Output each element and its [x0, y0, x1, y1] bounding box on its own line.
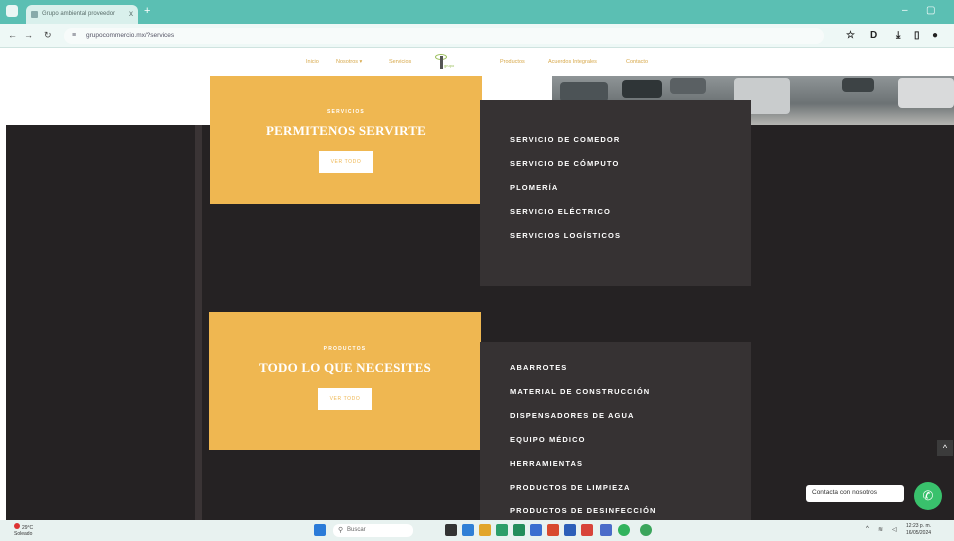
powerpoint-icon[interactable]	[547, 524, 559, 536]
search-icon: ⚲	[338, 527, 344, 534]
app-icon[interactable]	[462, 524, 474, 536]
weather-icon	[14, 523, 20, 529]
section-divider	[195, 125, 202, 520]
whatsapp-taskbar-icon[interactable]	[618, 524, 630, 536]
excel-icon[interactable]	[513, 524, 525, 536]
logo-text: grupo	[444, 63, 455, 68]
services-list-item[interactable]: PLOMERÍA	[510, 183, 558, 192]
browser-menu-icon[interactable]	[6, 5, 18, 17]
browser-toolbar: ← → ↻ ≡ grupocommercio.mx/?services ☆ D …	[0, 24, 954, 48]
start-icon[interactable]	[314, 524, 326, 536]
word-icon[interactable]	[564, 524, 576, 536]
site-nav: Inicio Nosotros ▾ Servicios grupo Produc…	[0, 48, 954, 76]
os-taskbar: 29°C Soleado ⚲ Buscar ^ ≋ ◁ 12:23 p. m. …	[0, 520, 954, 541]
services-view-all-button[interactable]: VER TODO	[318, 151, 374, 173]
tray-chevron-icon[interactable]: ^	[866, 526, 869, 532]
clock-date: 16/05/2024	[906, 530, 932, 536]
address-bar[interactable]: ≡ grupocommercio.mx/?services	[64, 28, 824, 44]
sidepanel-icon[interactable]: ▯	[914, 30, 920, 41]
nav-link-acuerdos[interactable]: Acuerdos Integrales	[548, 59, 597, 65]
search-placeholder: Buscar	[347, 527, 366, 533]
products-card: PRODUCTOS TODO LO QUE NECESITES VER TODO	[209, 312, 481, 450]
products-list-item[interactable]: PRODUCTOS DE LIMPIEZA	[510, 483, 630, 492]
whatsapp-button[interactable]: ✆	[914, 482, 942, 510]
whatsapp-icon: ✆	[922, 488, 934, 503]
nav-link-servicios[interactable]: Servicios	[389, 59, 411, 65]
services-list-item[interactable]: SERVICIO DE COMEDOR	[510, 135, 620, 144]
system-clock[interactable]: 12:23 p. m. 16/05/2024	[906, 523, 931, 537]
edge-icon[interactable]	[496, 524, 508, 536]
products-list-item[interactable]: EQUIPO MÉDICO	[510, 435, 586, 444]
extension-icon[interactable]: D	[870, 30, 877, 41]
file-explorer-icon[interactable]	[479, 524, 491, 536]
app-icon[interactable]	[581, 524, 593, 536]
nav-link-contacto[interactable]: Contacto	[626, 59, 648, 65]
task-view-icon[interactable]	[445, 524, 457, 536]
services-headline: PERMITENOS SERVIRTE	[265, 123, 426, 138]
new-tab-button[interactable]: +	[144, 5, 150, 17]
taskbar-search[interactable]: ⚲ Buscar	[333, 524, 413, 537]
site-logo[interactable]: grupo	[434, 52, 460, 72]
services-list-item[interactable]: SERVICIO ELÉCTRICO	[510, 207, 611, 216]
back-icon[interactable]: ←	[8, 30, 17, 40]
products-list-item[interactable]: HERRAMIENTAS	[510, 459, 583, 468]
url-text: grupocommercio.mx/?services	[86, 32, 175, 39]
chat-prompt-bubble[interactable]: Contacta con nosotros	[806, 485, 904, 502]
browser-tabbar: Grupo ambiental proveedor x + – ▢	[0, 0, 954, 24]
services-card: SERVICIOS PERMITENOS SERVIRTE VER TODO	[210, 76, 482, 204]
browser-tab[interactable]: Grupo ambiental proveedor x	[26, 5, 138, 24]
forward-icon[interactable]: →	[24, 30, 33, 40]
logo-stem	[440, 56, 443, 69]
bookmark-star-icon[interactable]: ☆	[846, 30, 855, 41]
profile-icon[interactable]: ●	[932, 30, 938, 41]
tab-title: Grupo ambiental proveedor	[42, 11, 116, 17]
reload-icon[interactable]: ↻	[44, 30, 52, 41]
products-view-all-button[interactable]: VER TODO	[317, 388, 373, 410]
minimize-button[interactable]: –	[902, 5, 908, 16]
tab-close-icon[interactable]: x	[129, 9, 133, 18]
products-list-item[interactable]: DISPENSADORES DE AGUA	[510, 411, 635, 420]
app-icon[interactable]	[600, 524, 612, 536]
weather-widget[interactable]: 29°C Soleado	[14, 523, 33, 537]
volume-icon[interactable]: ◁	[892, 526, 897, 533]
services-list-item[interactable]: SERVICIOS LOGÍSTICOS	[510, 231, 621, 240]
maximize-button[interactable]: ▢	[926, 5, 935, 16]
scroll-to-top-button[interactable]: ^	[937, 440, 953, 456]
services-list-item[interactable]: SERVICIO DE CÓMPUTO	[510, 159, 619, 168]
download-icon[interactable]: ⤓	[896, 30, 900, 41]
products-list-item[interactable]: PRODUCTOS DE DESINFECCIÓN	[510, 506, 657, 515]
services-eyebrow: SERVICIOS	[327, 109, 365, 115]
products-headline: TODO LO QUE NECESITES	[259, 360, 431, 375]
nav-link-inicio[interactable]: Inicio	[306, 59, 319, 65]
site-info-icon[interactable]: ≡	[72, 32, 76, 39]
wifi-icon[interactable]: ≋	[878, 526, 883, 533]
products-list-panel: ABARROTES MATERIAL DE CONSTRUCCIÓN DISPE…	[480, 342, 751, 520]
nav-link-nosotros[interactable]: Nosotros ▾	[336, 59, 362, 65]
services-list-panel: SERVICIO DE COMEDOR SERVICIO DE CÓMPUTO …	[480, 100, 751, 286]
outlook-icon[interactable]	[530, 524, 542, 536]
products-list-item[interactable]: MATERIAL DE CONSTRUCCIÓN	[510, 387, 650, 396]
weather-desc: Soleado	[14, 531, 33, 537]
favicon-icon	[31, 11, 38, 18]
chrome-icon[interactable]	[640, 524, 652, 536]
nav-link-productos[interactable]: Productos	[500, 59, 525, 65]
products-eyebrow: PRODUCTOS	[323, 346, 367, 352]
products-list-item[interactable]: ABARROTES	[510, 363, 567, 372]
clock-time: 12:23 p. m.	[906, 523, 932, 529]
